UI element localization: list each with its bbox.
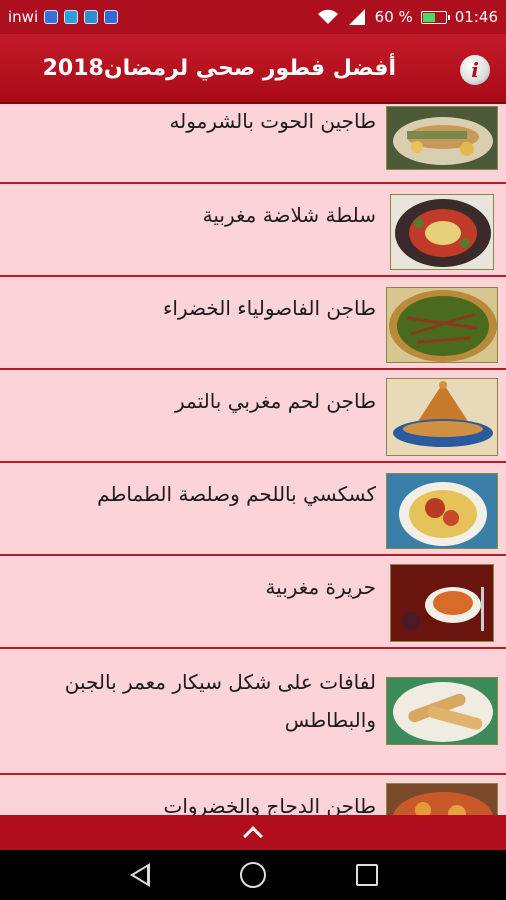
home-icon[interactable] bbox=[240, 862, 266, 888]
list-item[interactable]: حريرة مغربية bbox=[0, 556, 506, 649]
notification-icon bbox=[64, 10, 79, 24]
list-item[interactable]: كسكسي باللحم وصلصة الطماطم bbox=[0, 463, 506, 556]
status-bar: inwi 60 % 01:46 bbox=[0, 0, 506, 34]
app-title: أفضل فطور صحي لرمضان2018 bbox=[42, 56, 396, 81]
recipe-thumbnail bbox=[390, 564, 494, 642]
app-bar: أفضل فطور صحي لرمضان2018 i bbox=[0, 34, 506, 104]
list-item[interactable]: لفافات على شكل سيكار معمر بالجبن والبطاط… bbox=[0, 649, 506, 775]
list-item[interactable]: طاجن الفاصولياء الخضراء bbox=[0, 277, 506, 370]
recipe-thumbnail bbox=[390, 194, 494, 270]
carrier-label: inwi bbox=[8, 8, 39, 26]
info-glyph: i bbox=[471, 58, 479, 82]
system-nav-bar bbox=[0, 850, 506, 900]
recipe-list[interactable]: طاجين الحوت بالشرموله سلطة شلاضة مغربية bbox=[0, 104, 506, 815]
recipe-title: طاجن لحم مغربي بالتمر bbox=[174, 389, 376, 413]
recipe-thumbnail bbox=[386, 378, 498, 456]
recipe-thumbnail bbox=[386, 106, 498, 170]
notification-icon bbox=[84, 10, 99, 24]
recipe-title: سلطة شلاضة مغربية bbox=[202, 203, 376, 227]
recipe-thumbnail bbox=[386, 677, 498, 745]
wifi-icon bbox=[317, 9, 338, 24]
battery-level bbox=[422, 12, 436, 22]
list-item[interactable]: طاجن الدجاج والخضروات bbox=[0, 775, 506, 815]
recipe-title: طاجين الحوت بالشرموله bbox=[169, 109, 376, 133]
battery-percent: 60 % bbox=[374, 8, 413, 26]
back-icon[interactable] bbox=[130, 863, 150, 887]
battery-icon bbox=[420, 10, 450, 24]
recipe-title: كسكسي باللحم وصلصة الطماطم bbox=[97, 482, 376, 506]
recipe-title: لفافات على شكل سيكار معمر بالجبن والبطاط… bbox=[64, 670, 376, 732]
status-left: inwi bbox=[8, 0, 119, 34]
signal-icon bbox=[348, 9, 365, 25]
scroll-up-button[interactable] bbox=[0, 815, 506, 850]
info-icon[interactable]: i bbox=[460, 55, 490, 85]
list-item[interactable]: سلطة شلاضة مغربية bbox=[0, 184, 506, 277]
recipe-thumbnail bbox=[386, 473, 498, 549]
chevron-up-icon bbox=[243, 825, 263, 846]
recipe-thumbnail bbox=[386, 783, 498, 815]
notification-icon bbox=[104, 10, 119, 24]
list-item[interactable]: طاجين الحوت بالشرموله bbox=[0, 104, 506, 184]
recipe-title: حريرة مغربية bbox=[265, 575, 376, 599]
list-item[interactable]: طاجن لحم مغربي بالتمر bbox=[0, 370, 506, 463]
status-right: 60 % 01:46 bbox=[317, 0, 498, 34]
recipe-title: طاجن الدجاج والخضروات bbox=[163, 794, 376, 815]
clock: 01:46 bbox=[454, 8, 498, 26]
notification-icon bbox=[44, 10, 59, 24]
recent-apps-icon[interactable] bbox=[356, 864, 378, 886]
recipe-thumbnail bbox=[386, 287, 498, 363]
recipe-title: طاجن الفاصولياء الخضراء bbox=[162, 296, 376, 320]
